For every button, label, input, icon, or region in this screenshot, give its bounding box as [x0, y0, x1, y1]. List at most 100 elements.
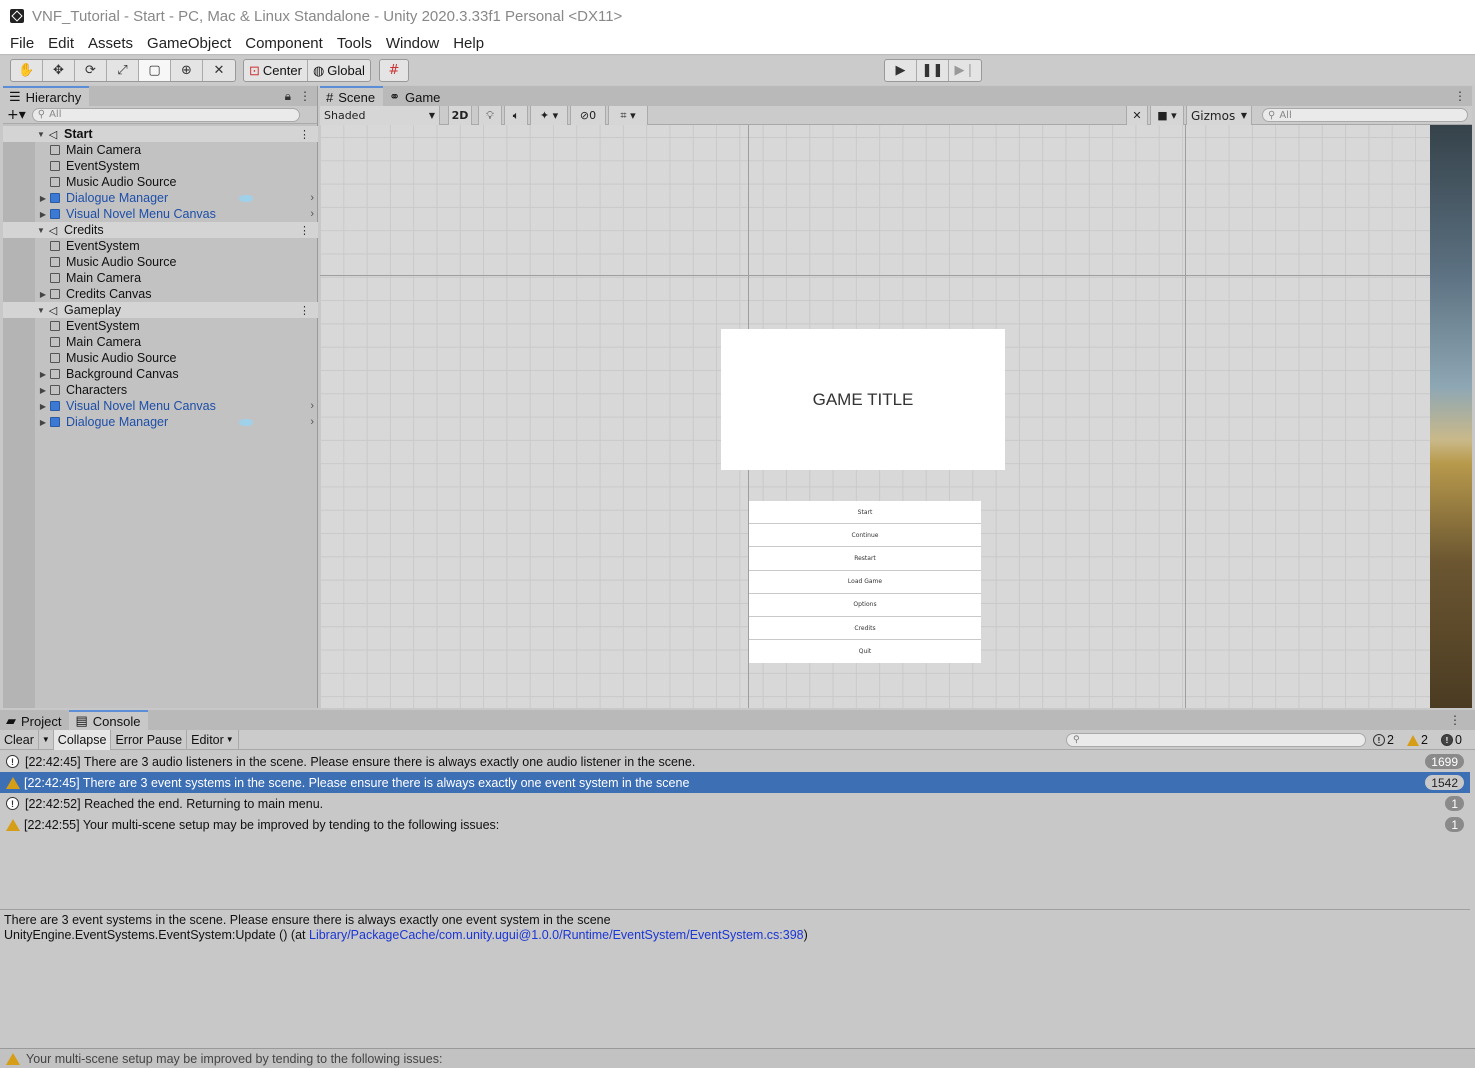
editor-dropdown[interactable]: Editor ▼ — [187, 729, 239, 750]
scene-menu-icon[interactable]: ⋮ — [299, 224, 310, 237]
play-button[interactable]: ▶ — [885, 60, 917, 81]
scene-menu-icon[interactable]: ⋮ — [299, 304, 310, 317]
2d-toggle[interactable]: 2D — [448, 106, 472, 125]
scene-viewport[interactable]: GAME TITLE Start Continue Restart Load Game… — [320, 125, 1430, 708]
transform-tool-icon[interactable]: ⊕ — [171, 60, 203, 81]
scene-menu-icon[interactable]: ⋮ — [299, 128, 310, 141]
menu-button[interactable]: Options — [749, 594, 981, 617]
gizmos-dropdown[interactable]: Gizmos ▼ — [1186, 106, 1252, 125]
status-bar[interactable]: Your multi-scene setup may be improved b… — [0, 1048, 1475, 1068]
console-detail-area[interactable]: There are 3 event systems in the scene. … — [0, 909, 1470, 1048]
chevron-right-icon[interactable]: › — [310, 400, 314, 412]
hierarchy-item[interactable]: EventSystem — [3, 238, 318, 254]
hierarchy-item[interactable]: ▶ Characters — [3, 382, 318, 398]
menu-button[interactable]: Continue — [749, 524, 981, 548]
step-button[interactable]: ▶❘ — [949, 60, 981, 81]
game-title-panel[interactable]: GAME TITLE — [721, 329, 1005, 470]
hierarchy-search-input[interactable]: ⚲ All — [31, 107, 300, 122]
rect-tool-icon[interactable]: ▢ — [139, 60, 171, 81]
expand-arrow-icon[interactable]: ▶ — [37, 194, 49, 203]
clear-button[interactable]: Clear — [0, 729, 39, 750]
expand-arrow-icon[interactable]: ▶ — [37, 210, 49, 219]
visibility-icon[interactable] — [239, 194, 253, 202]
expand-arrow-icon[interactable]: ▶ — [37, 386, 49, 395]
log-entry[interactable]: [22:42:55] Your multi-scene setup may be… — [0, 814, 1470, 835]
grid-snap-dropdown[interactable]: ⌗ ▾ — [608, 106, 648, 125]
hierarchy-item[interactable]: ▶ Visual Novel Menu Canvas › — [3, 398, 318, 414]
tab-scene[interactable]: # Scene — [320, 86, 384, 106]
space-toggle[interactable]: ◍ Global — [308, 60, 370, 81]
menu-button[interactable]: Load Game — [749, 571, 981, 594]
menu-edit[interactable]: Edit — [41, 35, 81, 52]
tab-game[interactable]: ⚭ Game — [383, 86, 448, 106]
collapse-toggle[interactable]: Collapse — [53, 729, 112, 750]
chevron-right-icon[interactable]: › — [310, 416, 314, 428]
log-entry[interactable]: [22:42:45] There are 3 event systems in … — [0, 772, 1470, 793]
console-search-input[interactable]: ⚲ — [1066, 733, 1366, 747]
hierarchy-item[interactable]: Main Camera — [3, 142, 318, 158]
menu-button[interactable]: Credits — [749, 617, 981, 641]
scene-search-input[interactable]: ⚲ All — [1262, 108, 1468, 122]
menu-button[interactable]: Start — [749, 501, 981, 525]
visibility-icon[interactable] — [239, 418, 253, 426]
kebab-menu-icon[interactable]: ⋮ — [299, 89, 311, 103]
hierarchy-item[interactable]: Main Camera — [3, 334, 318, 350]
tab-console[interactable]: ▤ Console — [69, 710, 149, 730]
effects-dropdown[interactable]: ✦ ▾ — [530, 106, 568, 125]
lock-icon[interactable]: 🔒︎ — [285, 89, 291, 104]
menu-help[interactable]: Help — [446, 35, 491, 52]
scene-row[interactable]: ▼ ◁ Start ⋮ — [3, 126, 318, 142]
error-count-toggle[interactable]: ! 0 — [1441, 731, 1462, 749]
hand-tool-icon[interactable]: ✋ — [11, 60, 43, 81]
tab-hierarchy[interactable]: ☰ Hierarchy — [3, 86, 90, 106]
expand-arrow-icon[interactable]: ▶ — [37, 290, 49, 299]
menu-window[interactable]: Window — [379, 35, 446, 52]
scene-row[interactable]: ▼ ◁ Credits ⋮ — [3, 222, 318, 238]
hierarchy-item[interactable]: Main Camera — [3, 270, 318, 286]
expand-arrow-icon[interactable]: ▼ — [35, 226, 47, 235]
hierarchy-item[interactable]: ▶ Dialogue Manager › — [3, 190, 318, 206]
hidden-objects-toggle[interactable]: ⊘ 0 — [570, 106, 606, 125]
expand-arrow-icon[interactable]: ▼ — [35, 306, 47, 315]
hierarchy-item[interactable]: Music Audio Source — [3, 254, 318, 270]
menu-gameobject[interactable]: GameObject — [140, 35, 238, 52]
move-tool-icon[interactable]: ✥ — [43, 60, 75, 81]
log-entry[interactable]: ! [22:42:45] There are 3 audio listeners … — [0, 751, 1470, 772]
tab-project[interactable]: ▰ Project — [0, 710, 69, 730]
expand-arrow-icon[interactable]: ▶ — [37, 418, 49, 427]
kebab-menu-icon[interactable]: ⋮ — [1454, 89, 1466, 103]
expand-arrow-icon[interactable]: ▶ — [37, 402, 49, 411]
info-count-toggle[interactable]: ! 2 — [1373, 731, 1394, 749]
lighting-icon[interactable]: 💡︎ — [478, 106, 502, 125]
audio-icon[interactable]: 🔈︎ — [504, 106, 528, 125]
camera-dropdown[interactable]: ■ ▾ — [1150, 106, 1184, 125]
menu-component[interactable]: Component — [238, 35, 330, 52]
hierarchy-item[interactable]: Music Audio Source — [3, 350, 318, 366]
error-pause-toggle[interactable]: Error Pause — [111, 729, 188, 750]
hierarchy-item[interactable]: EventSystem — [3, 158, 318, 174]
menu-button[interactable]: Quit — [749, 640, 981, 663]
shading-mode-dropdown[interactable]: Shaded ▼ — [320, 106, 440, 125]
chevron-right-icon[interactable]: › — [310, 208, 314, 220]
clear-options-dropdown[interactable]: ▼ — [39, 729, 54, 750]
scale-tool-icon[interactable]: ⤢ — [107, 60, 139, 81]
hierarchy-item[interactable]: ▶ Dialogue Manager › — [3, 414, 318, 430]
hierarchy-item[interactable]: ▶ Visual Novel Menu Canvas › — [3, 206, 318, 222]
hierarchy-item[interactable]: ▶ Background Canvas — [3, 366, 318, 382]
tools-icon[interactable]: ✕ — [1126, 106, 1148, 125]
hierarchy-item[interactable]: Music Audio Source — [3, 174, 318, 190]
warning-count-toggle[interactable]: 2 — [1407, 731, 1428, 749]
main-menu-panel[interactable]: Start Continue Restart Load Game Options Cred… — [749, 501, 981, 663]
hierarchy-item[interactable]: EventSystem — [3, 318, 318, 334]
rotate-tool-icon[interactable]: ⟳ — [75, 60, 107, 81]
kebab-menu-icon[interactable]: ⋮ — [1449, 713, 1461, 727]
create-button[interactable]: +▾ — [7, 107, 26, 123]
menu-file[interactable]: File — [3, 35, 41, 52]
expand-arrow-icon[interactable]: ▼ — [35, 130, 47, 139]
pause-button[interactable]: ❚❚ — [917, 60, 949, 81]
chevron-right-icon[interactable]: › — [310, 192, 314, 204]
menu-assets[interactable]: Assets — [81, 35, 140, 52]
scene-row[interactable]: ▼ ◁ Gameplay ⋮ — [3, 302, 318, 318]
snap-toggle[interactable]: # — [379, 59, 409, 82]
menu-tools[interactable]: Tools — [330, 35, 379, 52]
